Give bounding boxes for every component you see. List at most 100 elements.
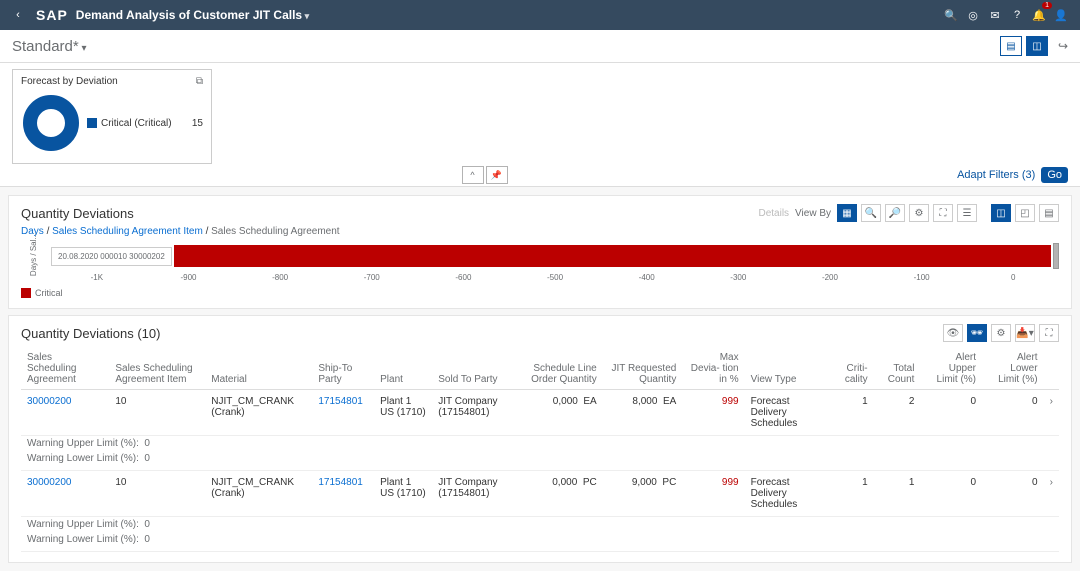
x-tick: -600 <box>418 273 510 282</box>
col-viewtype[interactable]: View Type <box>745 348 831 390</box>
legend-swatch-critical <box>21 288 31 298</box>
table-header-row: Sales Scheduling Agreement Sales Schedul… <box>21 348 1059 390</box>
notification-icon[interactable]: 🔔1 <box>1028 4 1050 26</box>
zoom-in-icon[interactable]: 🔍 <box>861 204 881 222</box>
cell-crit: 1 <box>831 471 874 517</box>
cell-viewtype: Forecast Delivery Schedules <box>745 471 831 517</box>
share-icon[interactable]: ↪ <box>1058 39 1068 53</box>
x-tick: -200 <box>784 273 876 282</box>
card-popout-icon[interactable]: ⧉ <box>196 76 203 87</box>
deviations-table: Sales Scheduling Agreement Sales Schedul… <box>21 348 1059 552</box>
variant-name[interactable]: Standard* <box>12 38 87 55</box>
chart-scroll-handle[interactable] <box>1053 243 1059 269</box>
warn-upper: Warning Upper Limit (%): 0 <box>21 436 1059 452</box>
table-settings-icon[interactable]: ⚙ <box>991 324 1011 342</box>
table-fullscreen-icon[interactable]: ⛶ <box>1039 324 1059 342</box>
help-icon[interactable]: ? <box>1006 4 1028 26</box>
chart-tooltip: 20.08.2020 000010 30000202 <box>51 247 172 266</box>
cell-slq: 0,000 PC <box>517 471 603 517</box>
charttable-view-button[interactable]: ◫ <box>991 204 1011 222</box>
col-material[interactable]: Material <box>205 348 312 390</box>
cell-material: NJIT_CM_CRANK (Crank) <box>205 390 312 436</box>
collapse-toggle[interactable]: ^ <box>462 166 484 184</box>
view-chart-button[interactable]: ◫ <box>1026 36 1048 56</box>
cell-shipto[interactable]: 17154801 <box>312 471 374 517</box>
cell-count: 1 <box>874 471 921 517</box>
cell-item: 10 <box>109 471 205 517</box>
view-list-button[interactable]: ▤ <box>1000 36 1022 56</box>
pin-toggle[interactable]: 📌 <box>486 166 508 184</box>
chart-view-button[interactable]: ◰ <box>1015 204 1035 222</box>
cell-lower: 0 <box>982 390 1044 436</box>
x-tick: 0 <box>967 273 1059 282</box>
col-lower[interactable]: Alert Lower Limit (%) <box>982 348 1044 390</box>
table-title: Quantity Deviations (10) <box>21 326 160 341</box>
feedback-icon[interactable]: ✉ <box>984 4 1006 26</box>
cell-soldto: JIT Company (17154801) <box>432 390 516 436</box>
cell-crit: 1 <box>831 390 874 436</box>
zoom-out-icon[interactable]: 🔎 <box>885 204 905 222</box>
details-label: Details <box>758 208 789 219</box>
sap-logo: SAP <box>36 7 68 23</box>
warn-lower: Warning Lower Limit (%): 0 <box>21 532 1059 552</box>
cell-slq: 0,000 EA <box>517 390 603 436</box>
adapt-filters-link[interactable]: Adapt Filters (3) <box>957 169 1035 181</box>
warn-upper: Warning Upper Limit (%): 0 <box>21 517 1059 533</box>
settings-icon[interactable]: ⚙ <box>909 204 929 222</box>
copilot-icon[interactable]: ◎ <box>962 4 984 26</box>
drill-breadcrumb: Days / Sales Scheduling Agreement Item /… <box>21 226 1059 237</box>
app-title[interactable]: Demand Analysis of Customer JIT Calls <box>76 8 309 22</box>
show-details-icon[interactable]: 👁 <box>943 324 963 342</box>
col-dev[interactable]: Max Devia- tion in % <box>682 348 744 390</box>
table-row[interactable]: 3000020010NJIT_CM_CRANK (Crank)17154801P… <box>21 390 1059 436</box>
col-slq[interactable]: Schedule Line Order Quantity <box>517 348 603 390</box>
cell-soldto: JIT Company (17154801) <box>432 471 516 517</box>
x-tick: -100 <box>876 273 968 282</box>
col-jit[interactable]: JIT Requested Quantity <box>603 348 683 390</box>
user-icon[interactable]: 👤 <box>1050 4 1072 26</box>
x-tick: -900 <box>143 273 235 282</box>
row-nav-icon[interactable]: › <box>1044 471 1059 517</box>
cell-agreement[interactable]: 30000200 <box>21 471 109 517</box>
go-button[interactable]: Go <box>1041 167 1068 183</box>
search-icon[interactable]: 🔍 <box>940 4 962 26</box>
cell-jit: 8,000 EA <box>603 390 683 436</box>
col-agreement[interactable]: Sales Scheduling Agreement <box>21 348 109 390</box>
cell-material: NJIT_CM_CRANK (Crank) <box>205 471 312 517</box>
variant-bar: Standard* ▤ ◫ ↪ <box>0 30 1080 63</box>
legend-text-critical: Critical <box>35 288 63 298</box>
fullscreen-icon[interactable]: ⛶ <box>933 204 953 222</box>
table-section: Quantity Deviations (10) 👁 🕶 ⚙ 📥▾ ⛶ Sale… <box>8 315 1072 563</box>
col-count[interactable]: Total Count <box>874 348 921 390</box>
col-shipto[interactable]: Ship-To Party <box>312 348 374 390</box>
card-legend: Critical (Critical) 15 <box>87 118 203 129</box>
bar-chart: Days / Sal... 20.08.2020 000010 30000202… <box>21 243 1059 282</box>
crumb-item[interactable]: Sales Scheduling Agreement Item <box>52 226 203 237</box>
table-view-button[interactable]: ▤ <box>1039 204 1059 222</box>
cell-dev: 999 <box>682 390 744 436</box>
sort-icon[interactable]: ☰ <box>957 204 977 222</box>
col-crit[interactable]: Criti- cality <box>831 348 874 390</box>
donut-chart[interactable] <box>23 95 79 151</box>
shell-bar: ‹ SAP Demand Analysis of Customer JIT Ca… <box>0 0 1080 30</box>
col-soldto[interactable]: Sold To Party <box>432 348 516 390</box>
col-upper[interactable]: Alert Upper Limit (%) <box>920 348 982 390</box>
col-item[interactable]: Sales Scheduling Agreement Item <box>109 348 205 390</box>
cell-shipto[interactable]: 17154801 <box>312 390 374 436</box>
cell-lower: 0 <box>982 471 1044 517</box>
hide-details-icon[interactable]: 🕶 <box>967 324 987 342</box>
table-row[interactable]: 3000020010NJIT_CM_CRANK (Crank)17154801P… <box>21 471 1059 517</box>
dimension-button[interactable]: ▦ <box>837 204 857 222</box>
cell-upper: 0 <box>920 471 982 517</box>
row-nav-icon[interactable]: › <box>1044 390 1059 436</box>
chart-section-title: Quantity Deviations <box>21 206 134 221</box>
export-icon[interactable]: 📥▾ <box>1015 324 1035 342</box>
chart-bar[interactable] <box>174 245 1051 267</box>
forecast-card: Forecast by Deviation ⧉ Critical (Critic… <box>12 69 212 164</box>
legend-value: 15 <box>192 118 203 129</box>
cell-agreement[interactable]: 30000200 <box>21 390 109 436</box>
col-plant[interactable]: Plant <box>374 348 432 390</box>
viewby-label: View By <box>795 208 831 219</box>
back-button[interactable]: ‹ <box>8 9 28 21</box>
x-tick: -1K <box>51 273 143 282</box>
